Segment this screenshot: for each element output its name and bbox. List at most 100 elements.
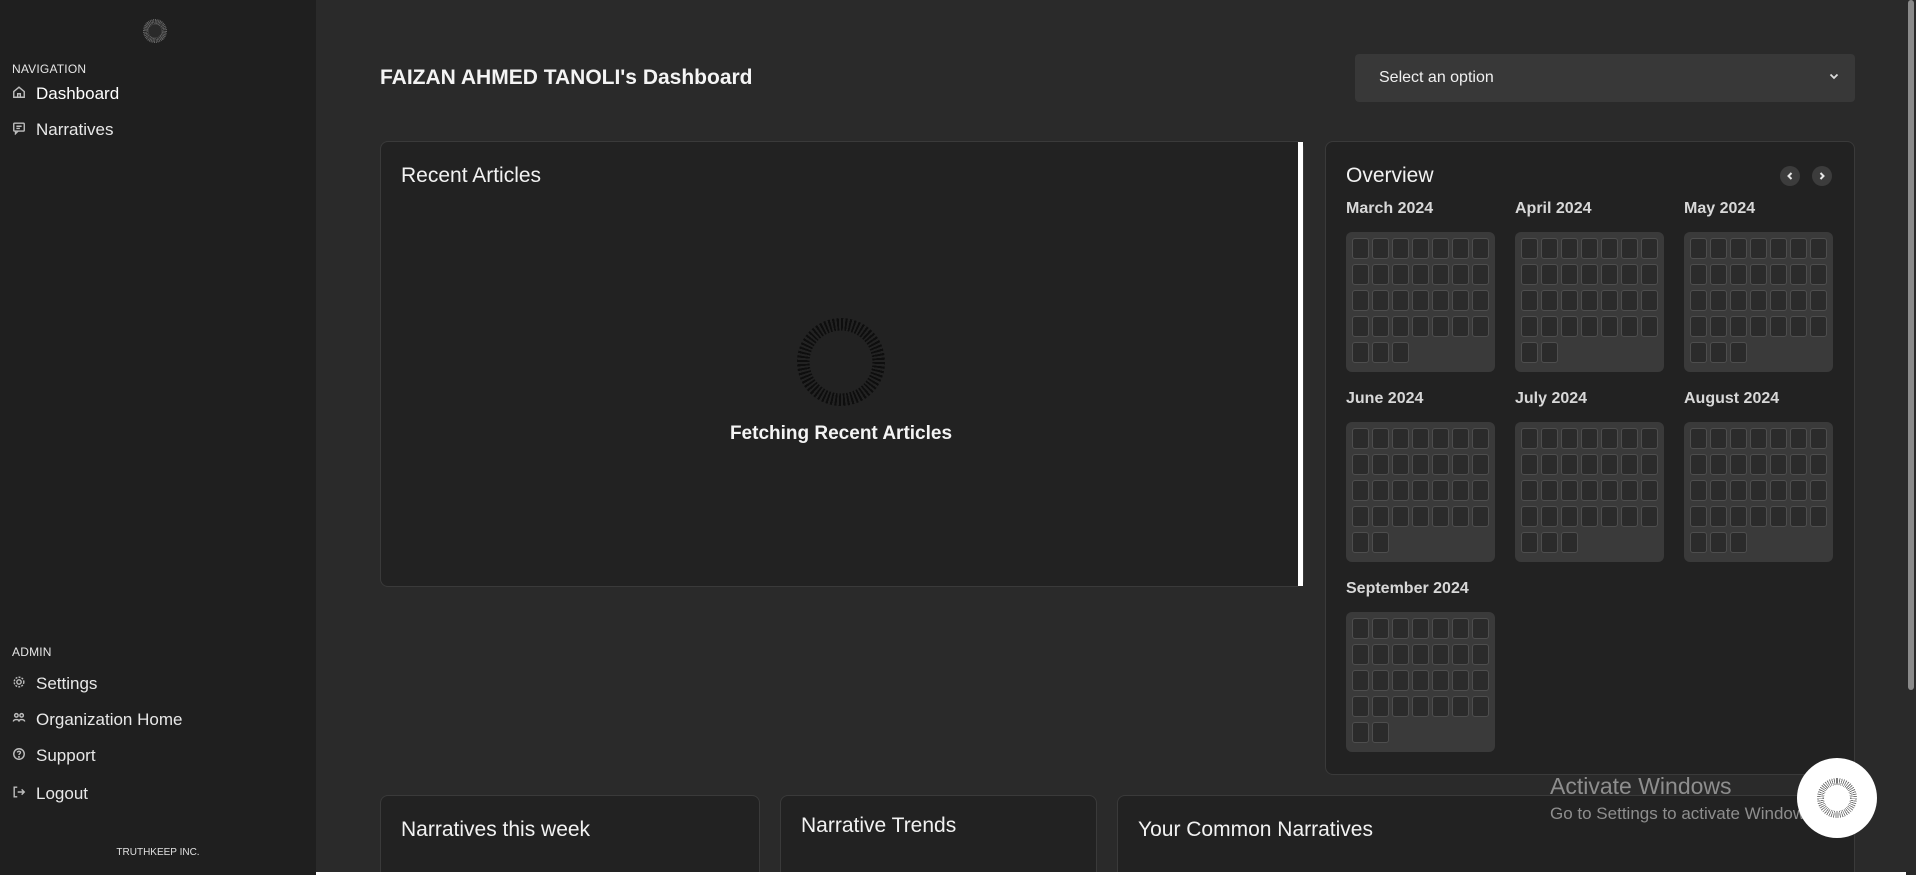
calendar-day[interactable]	[1641, 454, 1658, 475]
calendar-day[interactable]	[1521, 428, 1538, 449]
calendar-day[interactable]	[1392, 290, 1409, 311]
calendar-day[interactable]	[1472, 238, 1489, 259]
calendar-day[interactable]	[1392, 506, 1409, 527]
calendar-day[interactable]	[1352, 532, 1369, 553]
calendar-day[interactable]	[1412, 670, 1429, 691]
sidebar-item-dashboard[interactable]: Dashboard	[12, 84, 119, 104]
calendar-day[interactable]	[1770, 428, 1787, 449]
calendar-day[interactable]	[1770, 290, 1787, 311]
calendar-day[interactable]	[1352, 722, 1369, 743]
calendar-day[interactable]	[1770, 454, 1787, 475]
calendar-day[interactable]	[1810, 290, 1827, 311]
previous-button[interactable]	[1780, 166, 1800, 186]
calendar-day[interactable]	[1372, 264, 1389, 285]
calendar-day[interactable]	[1641, 290, 1658, 311]
calendar-day[interactable]	[1452, 670, 1469, 691]
calendar-day[interactable]	[1392, 316, 1409, 337]
calendar-day[interactable]	[1810, 480, 1827, 501]
calendar-day[interactable]	[1730, 454, 1747, 475]
calendar-day[interactable]	[1750, 290, 1767, 311]
calendar-day[interactable]	[1352, 644, 1369, 665]
calendar-day[interactable]	[1690, 532, 1707, 553]
calendar-day[interactable]	[1621, 506, 1638, 527]
calendar-day[interactable]	[1452, 618, 1469, 639]
calendar-day[interactable]	[1750, 480, 1767, 501]
calendar-day[interactable]	[1432, 428, 1449, 449]
calendar-day[interactable]	[1472, 264, 1489, 285]
calendar-day[interactable]	[1521, 506, 1538, 527]
calendar-day[interactable]	[1432, 264, 1449, 285]
calendar-day[interactable]	[1710, 506, 1727, 527]
calendar-day[interactable]	[1690, 506, 1707, 527]
sidebar-item-settings[interactable]: Settings	[12, 674, 97, 694]
calendar-day[interactable]	[1452, 428, 1469, 449]
calendar-day[interactable]	[1581, 238, 1598, 259]
calendar-day[interactable]	[1690, 454, 1707, 475]
calendar-day[interactable]	[1601, 316, 1618, 337]
calendar-day[interactable]	[1521, 238, 1538, 259]
assistant-button[interactable]	[1797, 758, 1877, 838]
calendar-day[interactable]	[1770, 264, 1787, 285]
calendar-day[interactable]	[1541, 316, 1558, 337]
calendar-day[interactable]	[1372, 454, 1389, 475]
calendar-day[interactable]	[1601, 428, 1618, 449]
calendar-day[interactable]	[1690, 316, 1707, 337]
calendar-day[interactable]	[1412, 238, 1429, 259]
calendar-day[interactable]	[1392, 454, 1409, 475]
calendar-day[interactable]	[1790, 454, 1807, 475]
calendar-day[interactable]	[1621, 238, 1638, 259]
calendar-day[interactable]	[1561, 428, 1578, 449]
calendar-day[interactable]	[1730, 480, 1747, 501]
calendar-day[interactable]	[1521, 454, 1538, 475]
calendar-day[interactable]	[1690, 290, 1707, 311]
calendar-day[interactable]	[1601, 290, 1618, 311]
calendar-day[interactable]	[1750, 316, 1767, 337]
calendar-day[interactable]	[1750, 238, 1767, 259]
calendar-day[interactable]	[1541, 506, 1558, 527]
calendar-day[interactable]	[1561, 290, 1578, 311]
calendar-day[interactable]	[1432, 506, 1449, 527]
calendar-day[interactable]	[1561, 316, 1578, 337]
calendar-day[interactable]	[1790, 428, 1807, 449]
calendar-day[interactable]	[1750, 506, 1767, 527]
calendar-day[interactable]	[1710, 480, 1727, 501]
calendar-day[interactable]	[1641, 316, 1658, 337]
calendar-day[interactable]	[1541, 290, 1558, 311]
calendar-day[interactable]	[1790, 238, 1807, 259]
calendar-day[interactable]	[1521, 290, 1538, 311]
calendar-day[interactable]	[1352, 342, 1369, 363]
calendar-day[interactable]	[1352, 696, 1369, 717]
calendar-day[interactable]	[1472, 454, 1489, 475]
calendar-day[interactable]	[1352, 670, 1369, 691]
calendar-day[interactable]	[1432, 480, 1449, 501]
calendar-day[interactable]	[1621, 264, 1638, 285]
page-scrollbar-thumb[interactable]	[1908, 0, 1914, 690]
calendar-day[interactable]	[1352, 238, 1369, 259]
calendar-day[interactable]	[1521, 480, 1538, 501]
calendar-day[interactable]	[1352, 290, 1369, 311]
calendar-day[interactable]	[1412, 480, 1429, 501]
calendar-day[interactable]	[1472, 618, 1489, 639]
calendar-day[interactable]	[1472, 696, 1489, 717]
calendar-day[interactable]	[1392, 696, 1409, 717]
calendar-day[interactable]	[1432, 238, 1449, 259]
calendar-day[interactable]	[1352, 454, 1369, 475]
calendar-day[interactable]	[1730, 506, 1747, 527]
calendar-day[interactable]	[1352, 428, 1369, 449]
calendar-day[interactable]	[1392, 238, 1409, 259]
calendar-day[interactable]	[1392, 670, 1409, 691]
sidebar-item-narratives[interactable]: Narratives	[12, 120, 113, 140]
calendar-day[interactable]	[1372, 670, 1389, 691]
calendar-day[interactable]	[1372, 532, 1389, 553]
calendar-day[interactable]	[1412, 428, 1429, 449]
calendar-day[interactable]	[1690, 480, 1707, 501]
calendar-day[interactable]	[1541, 238, 1558, 259]
calendar-day[interactable]	[1521, 264, 1538, 285]
calendar-day[interactable]	[1432, 696, 1449, 717]
calendar-day[interactable]	[1710, 238, 1727, 259]
calendar-day[interactable]	[1810, 264, 1827, 285]
calendar-day[interactable]	[1770, 480, 1787, 501]
calendar-day[interactable]	[1521, 342, 1538, 363]
calendar-day[interactable]	[1730, 342, 1747, 363]
calendar-day[interactable]	[1352, 316, 1369, 337]
